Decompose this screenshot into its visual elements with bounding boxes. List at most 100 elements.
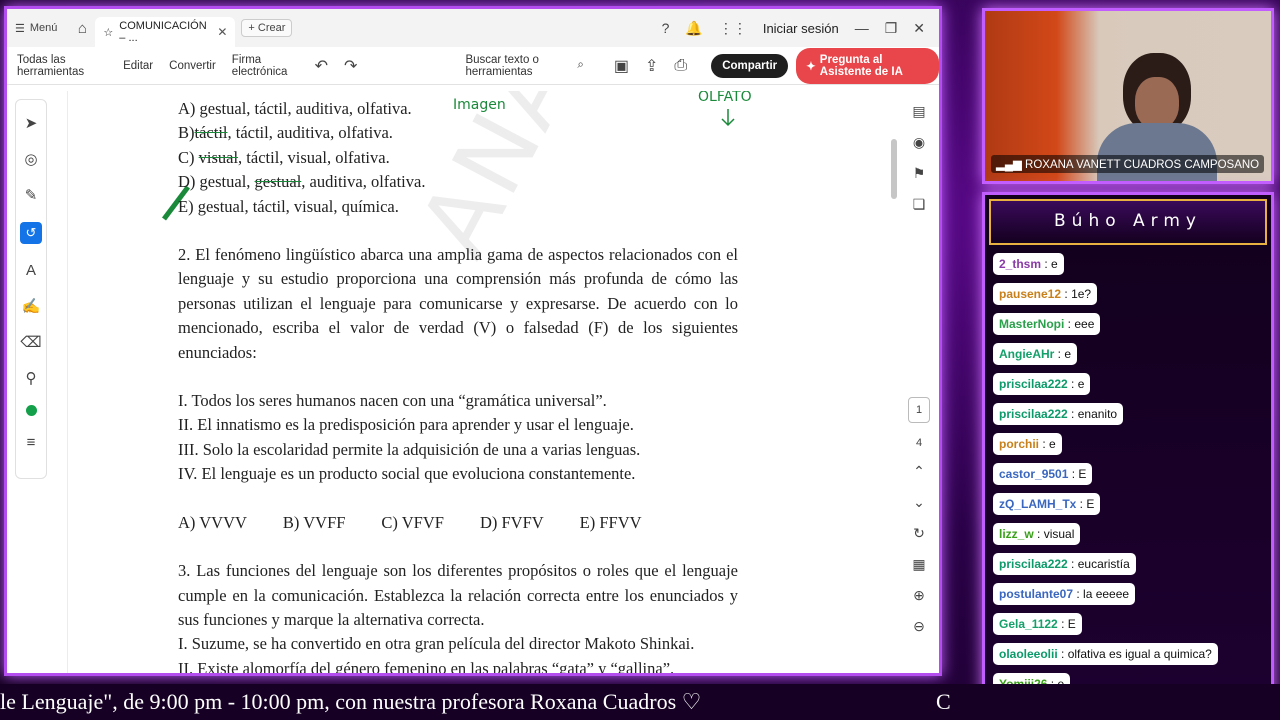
color-picker[interactable] (25, 405, 37, 416)
q2-statement-3: III. Solo la escolaridad permite la adqu… (178, 439, 641, 459)
cursor-icon[interactable]: ➤ (25, 114, 38, 132)
chat-text: E (1067, 617, 1076, 631)
close-tab-icon[interactable]: ✕ (217, 25, 227, 39)
chat-panel: Búho Army 2_thsm : e pausene12 : 1e? Maste… (982, 192, 1274, 716)
chat-text: eucaristía (1077, 557, 1130, 571)
q1-option-b: B)táctil, táctil, auditiva, olfativa. (178, 123, 393, 143)
bookmark-icon[interactable]: ⚑ (913, 165, 926, 182)
apps-icon[interactable]: ⋮⋮ (719, 20, 747, 37)
print-icon[interactable]: ⎙ (674, 57, 687, 75)
upload-icon[interactable]: ⇪ (645, 56, 658, 76)
chevron-down-icon[interactable]: ⌄ (913, 494, 925, 511)
q1-option-e: E) gestual, táctil, visual, química. (178, 196, 399, 216)
chat-text: e (1077, 377, 1085, 391)
chat-message: priscilaa222 : enanito (993, 403, 1124, 425)
q2-statement-1: I. Todos los seres humanos nacen con una… (178, 391, 607, 411)
chevron-up-icon[interactable]: ⌃ (913, 463, 925, 480)
chat-text: la eeeee (1083, 587, 1130, 601)
chat-text: eee (1074, 317, 1095, 331)
q1-option-a: A) gestual, táctil, auditiva, olfativa. (178, 99, 412, 118)
esign-button[interactable]: Firma electrónica (232, 54, 299, 78)
document-icon[interactable]: ▦ (912, 556, 925, 573)
chat-text: E (1078, 467, 1087, 481)
menu-button[interactable]: ☰ Menú (7, 22, 69, 35)
chat-username: castor_9501 (999, 467, 1069, 481)
signature-icon[interactable]: ✍ (22, 297, 41, 315)
undo-icon[interactable]: ↶ (315, 56, 328, 76)
hamburger-icon: ☰ (15, 22, 25, 35)
chat-username: olaoleeolii (999, 647, 1058, 661)
presenter-body (1097, 123, 1217, 181)
pages-icon[interactable]: ❏ (913, 196, 926, 213)
text-select-icon[interactable]: A (26, 262, 36, 279)
chat-text: e (1064, 347, 1072, 361)
page-number[interactable]: 1 (908, 397, 930, 423)
ai-summary-icon[interactable]: ▤ (912, 103, 925, 120)
home-icon[interactable]: ⌂ (69, 20, 95, 37)
annotation-toolbar: ➤ ◎ ✎ ↺ A ✍ ⌫ ⚲ ≡ (15, 99, 47, 479)
chat-message: porchii : e (993, 433, 1062, 455)
chat-message: pausene12 : 1e? (993, 283, 1098, 305)
q1-option-c: C) visual, táctil, visual, olfativa. (178, 147, 390, 167)
title-bar: ☰ Menú ⌂ ☆ COMUNICACIÓN – ... ✕ + Crear ?… (7, 9, 939, 47)
more-icon[interactable]: ≡ (27, 434, 36, 451)
chat-text: olfativa es igual a quimica? (1067, 647, 1212, 661)
q3-statement-2: II. Existe alomorfía del género femenino… (178, 658, 675, 676)
chat-username: postulante07 (999, 587, 1074, 601)
ai-assistant-button[interactable]: ✦ Pregunta al Asistente de IA (796, 47, 939, 84)
highlight-icon[interactable]: ✎ (25, 186, 38, 204)
close-window-icon[interactable]: ✕ (913, 20, 925, 37)
scroll-thumb[interactable] (891, 139, 897, 199)
ticker-text: le Lenguaje", de 9:00 pm - 10:00 pm, con… (0, 689, 702, 714)
document-page[interactable]: ANA CUADROS Imagen OLFATO A) gestual, tá… (67, 91, 905, 676)
page-total: 4 (915, 437, 923, 449)
redo-icon[interactable]: ↷ (344, 56, 357, 76)
edit-button[interactable]: Editar (123, 60, 153, 72)
bell-icon[interactable]: 🔔 (685, 20, 702, 37)
zoom-out-icon[interactable]: ⊖ (913, 618, 925, 635)
q2-option-d: D) FVFV (479, 512, 544, 532)
star-icon[interactable]: ☆ (103, 26, 113, 39)
chat-username: priscilaa222 (999, 557, 1068, 571)
q1-option-d: D) gestual, gestual, auditiva, olfativa. (178, 172, 426, 192)
document-tab[interactable]: ☆ COMUNICACIÓN – ... ✕ (95, 17, 236, 47)
comment-icon[interactable]: ◎ (24, 150, 37, 168)
chat-message: priscilaa222 : e (993, 373, 1091, 395)
all-tools-button[interactable]: Todas las herramientas (17, 54, 107, 78)
chat-text: e (1051, 257, 1058, 271)
restore-icon[interactable]: ❐ (885, 20, 898, 37)
chat-message: castor_9501 : E (993, 463, 1093, 485)
eraser-icon[interactable]: ⌫ (20, 333, 41, 351)
zoom-in-icon[interactable]: ⊕ (913, 587, 925, 604)
vertical-scrollbar[interactable] (891, 99, 899, 669)
main-toolbar: Todas las herramientas Editar Convertir … (7, 47, 939, 85)
chat-username: 2_thsm (999, 257, 1042, 271)
ticker-bar: le Lenguaje", de 9:00 pm - 10:00 pm, con… (0, 684, 1280, 720)
new-tab-button[interactable]: + Crear (241, 19, 293, 37)
q2-option-b: B) VVFF (282, 512, 346, 532)
question-2: 2. El fenómeno lingüístico abarca una am… (178, 245, 738, 362)
chat-text: e (1049, 437, 1056, 451)
draw-icon[interactable]: ↺ (20, 222, 42, 244)
search-icon: ⌕ (577, 59, 584, 71)
pin-icon[interactable]: ⚲ (26, 369, 37, 387)
ai-icon: ✦ (806, 60, 816, 73)
refresh-icon[interactable]: ↻ (913, 525, 925, 542)
chat-username: lizz_w (999, 527, 1034, 541)
chat-username: priscilaa222 (999, 407, 1068, 421)
question-3: 3. Las funciones del lenguaje son los di… (178, 561, 738, 629)
chat-message: AngieAHr : e (993, 343, 1078, 365)
save-icon[interactable]: ▣ (614, 56, 629, 76)
chat-username: priscilaa222 (999, 377, 1068, 391)
q2-options: A) VVVV B) VVFF C) VFVF D) FVFV E) FFVV (178, 511, 738, 535)
comments-icon[interactable]: ◉ (913, 134, 925, 151)
chat-text: 1e? (1071, 287, 1092, 301)
convert-button[interactable]: Convertir (169, 60, 216, 72)
help-icon[interactable]: ? (662, 20, 670, 36)
share-button[interactable]: Compartir (711, 53, 789, 78)
chat-username: Gela_1122 (999, 617, 1058, 631)
q2-statement-2: II. El innatismo es la predisposición pa… (178, 415, 634, 435)
minimize-icon[interactable]: — (855, 20, 869, 36)
signin-button[interactable]: Iniciar sesión (763, 21, 839, 36)
search-tools[interactable]: Buscar texto o herramientas ⌕ (465, 54, 583, 78)
